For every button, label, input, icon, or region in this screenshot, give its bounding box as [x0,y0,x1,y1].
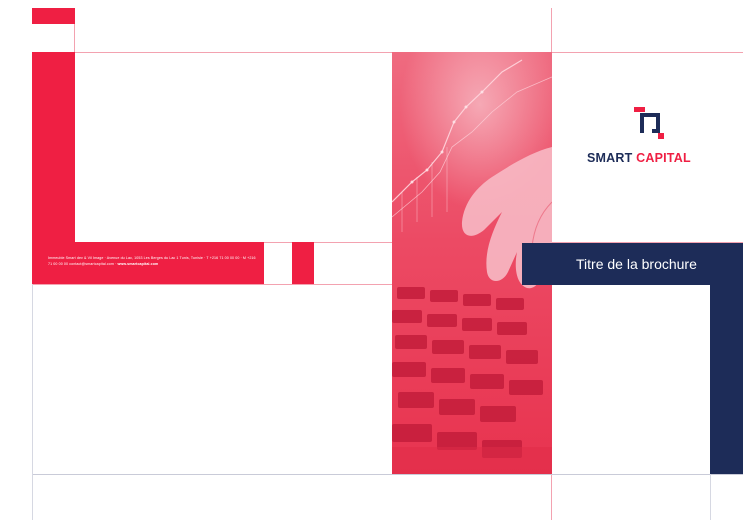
guide-line [32,284,33,520]
brand-name-capital: CAPITAL [636,151,691,165]
brand-name-smart: SMART [587,151,633,165]
navy-vertical-bar [710,285,743,474]
website-text: www.smartcapital.com [117,262,159,266]
red-corner-block [32,8,75,24]
red-accent-block [292,242,314,284]
guide-line [32,474,743,475]
brand-name: SMART CAPITAL [587,151,727,165]
email-text: contact@smartcapital.com [69,262,114,266]
smart-capital-logo-icon [634,107,664,139]
red-vertical-bar [32,52,75,242]
guide-line [32,52,743,53]
contact-address: Immeuble Smart dev & Vil Image · Avenue … [48,256,256,266]
brochure-title: Titre de la brochure [576,256,697,272]
guide-line [710,474,711,520]
